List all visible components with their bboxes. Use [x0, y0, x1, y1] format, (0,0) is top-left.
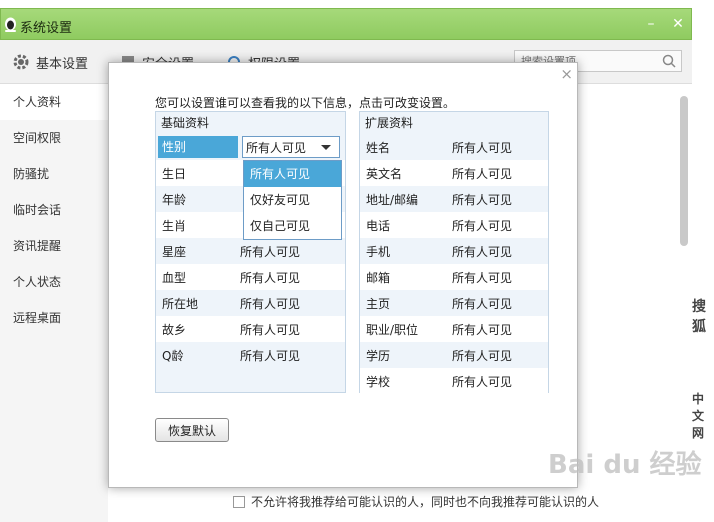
- recommend-option-label: 不允许将我推荐给可能认识的人，同时也不向我推荐可能认识的人: [251, 495, 600, 509]
- field-label: 生日: [162, 166, 187, 181]
- search-icon[interactable]: [661, 53, 677, 69]
- field-value: 所有人可见: [240, 244, 301, 259]
- field-label: 英文名: [366, 166, 403, 181]
- field-label: 姓名: [366, 140, 391, 155]
- table-row[interactable]: 学历 所有人可见: [360, 342, 548, 368]
- field-value: 所有人可见: [452, 166, 513, 181]
- field-value: 所有人可见: [240, 296, 301, 311]
- restore-default-button[interactable]: 恢复默认: [155, 418, 229, 442]
- basic-info-panel: 基础资料 性别 所有人可见 生日 年龄 生肖 星座 所有人可见 血型 所有人可见 所…: [155, 111, 346, 393]
- field-label: Q龄: [162, 348, 184, 363]
- basic-info-title: 基础资料: [161, 116, 210, 130]
- tab-label: 基本设置: [36, 56, 89, 72]
- field-value: 所有人可见: [452, 192, 513, 207]
- sidebar-item-space-permission[interactable]: 空间权限: [0, 120, 108, 156]
- tab-basic-settings[interactable]: 基本设置: [12, 52, 88, 72]
- field-label: 性别: [158, 136, 238, 158]
- extended-info-title: 扩展资料: [365, 116, 414, 130]
- field-label: 电话: [366, 218, 391, 233]
- window-title: 系统设置: [20, 21, 73, 36]
- field-label: 血型: [162, 270, 187, 285]
- sidebar-item-profile[interactable]: 个人资料: [0, 84, 108, 120]
- table-row[interactable]: 所在地 所有人可见: [156, 290, 345, 316]
- table-row[interactable]: 手机 所有人可见: [360, 238, 548, 264]
- profile-visibility-dialog: × 您可以设置谁可以查看我的以下信息，点击可改变设置。 基础资料 性别 所有人可…: [108, 62, 578, 488]
- field-label: 年龄: [162, 192, 187, 207]
- minimize-button[interactable]: –: [642, 15, 660, 33]
- table-row[interactable]: 电话 所有人可见: [360, 212, 548, 238]
- table-row[interactable]: 地址/邮编 所有人可见: [360, 186, 548, 212]
- title-bar: 系统设置 – ✕: [0, 8, 692, 40]
- sidebar-item-remote-desktop[interactable]: 远程桌面: [0, 300, 108, 336]
- close-window-button[interactable]: ✕: [669, 15, 687, 33]
- sidebar-item-anti-harassment[interactable]: 防骚扰: [0, 156, 108, 192]
- field-label: 职业/职位: [366, 322, 419, 337]
- visibility-dropdown-menu: 所有人可见 仅好友可见 仅自己可见: [243, 160, 342, 240]
- ad-text-logo: 中文网: [692, 392, 705, 440]
- field-label: 地址/邮编: [366, 192, 419, 207]
- field-label: 所在地: [162, 296, 199, 311]
- field-value: 所有人可见: [452, 244, 513, 259]
- qq-penguin-icon: [5, 17, 16, 32]
- table-row[interactable]: 职业/职位 所有人可见: [360, 316, 548, 342]
- baidu-watermark: Bai du 经验: [548, 450, 702, 480]
- dropdown-option-everyone[interactable]: 所有人可见: [244, 161, 341, 187]
- field-value: 所有人可见: [240, 322, 301, 337]
- table-row[interactable]: 主页 所有人可见: [360, 290, 548, 316]
- sidebar-item-temp-session[interactable]: 临时会话: [0, 192, 108, 228]
- table-row[interactable]: 邮箱 所有人可见: [360, 264, 548, 290]
- field-value: 所有人可见: [452, 322, 513, 337]
- field-label: 生肖: [162, 218, 187, 233]
- sidebar-item-news-reminder[interactable]: 资讯提醒: [0, 228, 108, 264]
- table-row[interactable]: 星座 所有人可见: [156, 238, 345, 264]
- field-value: 所有人可见: [240, 270, 301, 285]
- sidebar: 个人资料 空间权限 防骚扰 临时会话 资讯提醒 个人状态 远程桌面: [0, 84, 108, 522]
- field-label: 手机: [366, 244, 391, 259]
- table-row[interactable]: 故乡 所有人可见: [156, 316, 345, 342]
- scrollbar[interactable]: [680, 96, 688, 246]
- field-label: 星座: [162, 244, 187, 259]
- field-value: 所有人可见: [452, 348, 513, 363]
- table-row[interactable]: 姓名 所有人可见: [360, 134, 548, 160]
- table-row[interactable]: Q龄 所有人可见: [156, 342, 345, 368]
- field-label: 学历: [366, 348, 391, 363]
- ad-sohu-logo: 搜狐: [692, 299, 706, 335]
- field-value: 所有人可见: [452, 218, 513, 233]
- visibility-select[interactable]: 所有人可见: [242, 136, 340, 158]
- table-row[interactable]: 性别 所有人可见: [156, 134, 345, 160]
- field-label: 邮箱: [366, 270, 391, 285]
- chevron-down-icon: [321, 145, 331, 150]
- table-row[interactable]: 血型 所有人可见: [156, 264, 345, 290]
- field-label: 主页: [366, 296, 391, 311]
- select-value: 所有人可见: [246, 140, 307, 155]
- sidebar-item-personal-status[interactable]: 个人状态: [0, 264, 108, 300]
- field-label: 故乡: [162, 322, 187, 337]
- field-value: 所有人可见: [452, 140, 513, 155]
- field-value: 所有人可见: [452, 374, 513, 389]
- field-label: 学校: [366, 374, 391, 389]
- field-value: 所有人可见: [452, 270, 513, 285]
- extended-info-panel: 扩展资料 姓名 所有人可见 英文名 所有人可见 地址/邮编 所有人可见 电话 所有人可见…: [359, 111, 549, 394]
- recommend-option[interactable]: 不允许将我推荐给可能认识的人，同时也不向我推荐可能认识的人: [233, 493, 599, 510]
- field-value: 所有人可见: [240, 348, 301, 363]
- dropdown-option-self-only[interactable]: 仅自己可见: [244, 213, 341, 239]
- dialog-intro: 您可以设置谁可以查看我的以下信息，点击可改变设置。: [155, 96, 456, 110]
- table-row[interactable]: 学校 所有人可见: [360, 368, 548, 394]
- dialog-close-button[interactable]: ×: [560, 65, 573, 83]
- table-row[interactable]: 英文名 所有人可见: [360, 160, 548, 186]
- field-value: 所有人可见: [452, 296, 513, 311]
- recommend-checkbox[interactable]: [233, 495, 245, 508]
- dropdown-option-friends-only[interactable]: 仅好友可见: [244, 187, 341, 213]
- gear-icon: [13, 54, 29, 70]
